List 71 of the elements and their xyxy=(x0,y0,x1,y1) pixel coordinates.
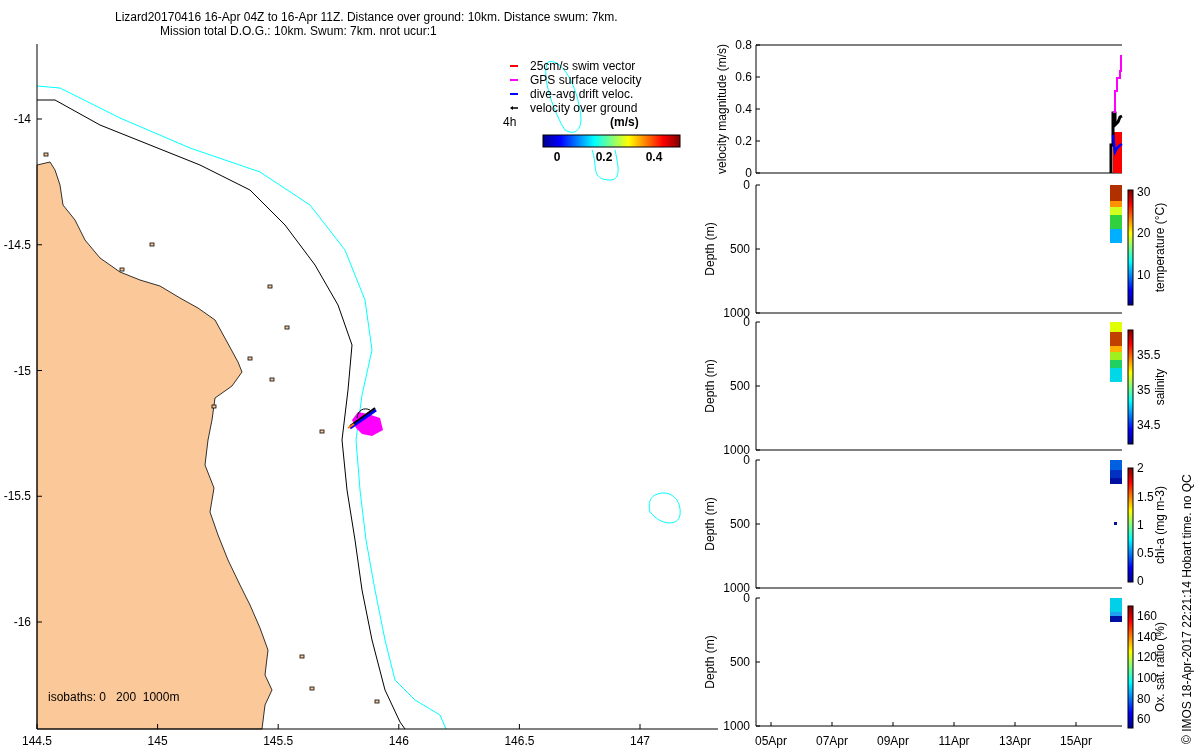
isobath-line xyxy=(591,149,619,181)
tick-label: 147 xyxy=(630,734,650,748)
tick-label: 05Apr xyxy=(755,734,787,748)
tick-label: 500 xyxy=(729,379,750,393)
axis-label: Depth (m) xyxy=(703,497,717,551)
colorbar-label: temperature (°C) xyxy=(1153,202,1167,293)
colorbar-tick-label: 0.5 xyxy=(1137,546,1154,560)
colorbar-tick-label: 80 xyxy=(1137,692,1151,706)
data-points-drawing xyxy=(1110,598,1122,622)
tick-label: -14.5 xyxy=(3,237,31,252)
tick-label: 500 xyxy=(729,242,750,256)
colorbar-tick-label: 140 xyxy=(1137,630,1158,644)
tick-label: 500 xyxy=(729,655,750,669)
tick-label: -15.5 xyxy=(3,489,31,504)
isobaths-note: isobaths: 0 200 1000m xyxy=(48,690,180,704)
colorbar-tick-label: 1 xyxy=(1137,518,1144,532)
velocity-bar xyxy=(1113,132,1122,173)
tick-label: 145 xyxy=(147,734,168,748)
credit-text: © IMOS 18-Apr-2017 22:21:14 Hobart time. no QC xyxy=(1180,474,1194,744)
tick-label: 145.5 xyxy=(263,734,294,748)
tick-label: 0.2 xyxy=(735,134,752,148)
colorbar-tick-label: 35.5 xyxy=(1137,348,1161,362)
axis-label: Depth (m) xyxy=(703,635,717,689)
tick-label: 144.5 xyxy=(22,734,52,748)
axis-label: Depth (m) xyxy=(703,359,717,413)
tick-label: 09Apr xyxy=(877,734,909,748)
colorbar-tick-label: 2 xyxy=(1137,461,1144,475)
colorbar-tick-label: 0 xyxy=(553,150,561,164)
tick-label: -16 xyxy=(13,615,31,629)
figure-subtitle: Mission total D.O.G.: 10km. Swum: 7km. nrot ucur:1 xyxy=(160,24,437,38)
tick-label: 0 xyxy=(743,178,750,192)
colorbar-label: chl-a (mg m-3) xyxy=(1153,486,1167,564)
data-points-drawing xyxy=(1110,460,1122,525)
data-points-drawing xyxy=(1110,322,1122,382)
tick-label: 500 xyxy=(729,517,750,531)
tick-label: 0 xyxy=(745,166,752,180)
data-points-drawing xyxy=(1110,185,1122,243)
tick-label: 146 xyxy=(388,734,409,748)
colorbar-tick-label: 160 xyxy=(1137,609,1158,623)
colorbar-unit: (m/s) xyxy=(610,115,639,129)
colorbar-tick-label: 0.2 xyxy=(595,150,613,164)
tick-label: -14 xyxy=(13,112,31,126)
colorbar-label: salinity xyxy=(1153,368,1167,406)
colorbar-tick-label: 20 xyxy=(1137,226,1151,240)
colorbar-tick-label: 0.4 xyxy=(645,150,663,164)
axis-label: Depth (m) xyxy=(703,222,717,276)
colorbar-tick-label: 1.5 xyxy=(1137,490,1154,504)
tick-label: 15Apr xyxy=(1060,734,1092,748)
tick-label: 07Apr xyxy=(816,734,848,748)
tick-label: 11Apr xyxy=(938,734,970,748)
colorbar-tick-label: 0 xyxy=(1137,574,1144,588)
tick-label: -15 xyxy=(13,363,31,378)
colorbar-tick-label: 35 xyxy=(1137,383,1151,397)
tick-label: 146.5 xyxy=(504,734,535,748)
axis-label: velocity magnitude (m/s) xyxy=(715,44,729,174)
tick-label: 1000 xyxy=(723,719,750,733)
figure-title: Lizard20170416 16-Apr 04Z to 16-Apr 11Z. Distance over ground: 10km. Distance swum: 7km. xyxy=(115,10,618,24)
tick-label: 0.8 xyxy=(735,38,752,52)
legend-label: dive-avg drift veloc. xyxy=(530,87,634,101)
tick-label: 13Apr xyxy=(999,734,1031,748)
interval-label: 4h xyxy=(503,115,517,129)
colorbar-tick-label: 100 xyxy=(1137,671,1158,685)
colorbar-tick-label: 10 xyxy=(1137,268,1151,282)
isobath-line xyxy=(648,492,681,524)
velocity-trace xyxy=(1112,54,1122,113)
tick-label: 0.4 xyxy=(735,102,752,116)
colorbar-tick-label: 60 xyxy=(1137,712,1151,726)
glider-track-drawing xyxy=(347,407,383,436)
colorbar-tick-label: 34.5 xyxy=(1137,418,1161,432)
tick-label: 0.6 xyxy=(735,70,752,84)
colorbar-tick-label: 30 xyxy=(1137,185,1151,199)
